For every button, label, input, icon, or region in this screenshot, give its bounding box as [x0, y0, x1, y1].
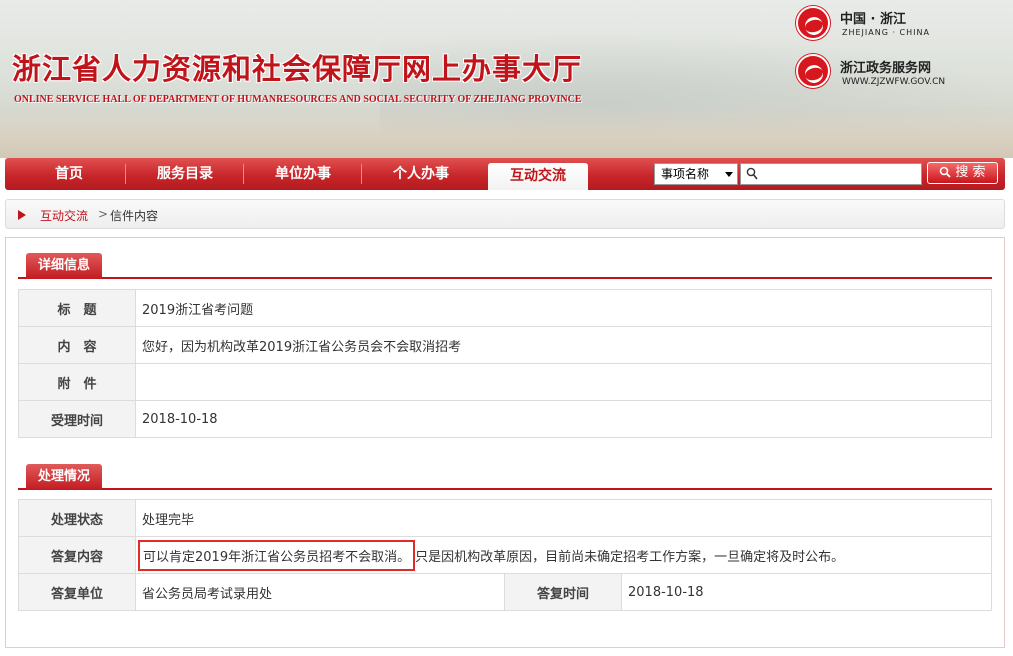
- processing-section-title: 处理情况: [26, 464, 103, 490]
- detail-label-attachment: 附 件: [18, 363, 136, 401]
- breadcrumb-separator: >: [98, 207, 109, 221]
- logo1-text: 中国 · 浙江: [840, 12, 906, 27]
- detail-label-content: 内 容: [18, 326, 136, 364]
- nav-divider: [243, 164, 244, 184]
- processing-label-unit: 答复单位: [18, 573, 136, 611]
- processing-value-unit: 省公务员局考试录用处: [135, 573, 505, 611]
- chevron-down-icon: [725, 172, 733, 177]
- nav-interaction[interactable]: 互动交流: [488, 163, 588, 190]
- nav-divider: [125, 164, 126, 184]
- detail-label-title: 标 题: [18, 289, 136, 327]
- detail-value-attachment: [135, 363, 992, 401]
- nav-divider: [361, 164, 362, 184]
- table-row: 答复内容 可以肯定2019年浙江省公务员招考不会取消。 只是因机构改革原因，目前尚…: [18, 536, 992, 574]
- detail-label-accept-time: 受理时间: [18, 400, 136, 438]
- detail-section-header: 详细信息: [18, 251, 992, 279]
- search-button[interactable]: 搜 索: [927, 162, 998, 184]
- zhejiang-emblem-icon: [796, 6, 830, 40]
- letter-content-panel: 详细信息 标 题 2019浙江省考问题 内 容 您好，因为机构改革2019浙江省…: [5, 237, 1005, 648]
- processing-label-reply-time: 答复时间: [504, 573, 622, 611]
- logo2-subtext: WWW.ZJZWFW.GOV.CN: [842, 77, 946, 87]
- processing-table: 处理状态 处理完毕 答复内容 可以肯定2019年浙江省公务员招考不会取消。 只是因…: [18, 499, 992, 611]
- processing-value-status: 处理完毕: [135, 499, 992, 537]
- search-input[interactable]: [740, 163, 922, 185]
- reply-rest-text: 只是因机构改革原因，目前尚未确定招考工作方案，一旦确定将及时公布。: [415, 549, 845, 565]
- header-background-beach: [0, 105, 1013, 158]
- detail-value-accept-time: 2018-10-18: [135, 400, 992, 438]
- table-row: 内 容 您好，因为机构改革2019浙江省公务员会不会取消招考: [18, 326, 992, 364]
- site-title: 浙江省人力资源和社会保障厅网上办事大厅: [12, 52, 583, 86]
- nav-home[interactable]: 首页: [13, 158, 125, 190]
- search-icon: [940, 166, 952, 178]
- logo1-subtext: ZHEJIANG · CHINA: [842, 28, 930, 37]
- breadcrumb-link-interaction[interactable]: 互动交流: [40, 207, 88, 224]
- table-row: 受理时间 2018-10-18: [18, 400, 992, 438]
- breadcrumb-arrow-icon: [18, 210, 26, 220]
- processing-label-status: 处理状态: [18, 499, 136, 537]
- table-row: 答复单位 省公务员局考试录用处 答复时间 2018-10-18: [18, 573, 992, 611]
- table-row: 处理状态 处理完毕: [18, 499, 992, 537]
- breadcrumb: 互动交流 > 信件内容: [5, 199, 1005, 229]
- search-type-select[interactable]: 事项名称: [654, 163, 738, 185]
- breadcrumb-current: 信件内容: [110, 209, 159, 223]
- nav-unit-affairs[interactable]: 单位办事: [245, 158, 361, 190]
- site-subtitle: ONLINE SERVICE HALL OF DEPARTMENT OF HUM…: [14, 94, 582, 105]
- detail-table: 标 题 2019浙江省考问题 内 容 您好，因为机构改革2019浙江省公务员会不…: [18, 289, 992, 438]
- site-header: 浙江省人力资源和社会保障厅网上办事大厅 ONLINE SERVICE HALL …: [0, 0, 1013, 158]
- reply-highlighted-text: 可以肯定2019年浙江省公务员招考不会取消。: [138, 539, 416, 571]
- processing-section-header: 处理情况: [18, 462, 992, 490]
- detail-section-title: 详细信息: [26, 253, 103, 279]
- detail-value-title: 2019浙江省考问题: [135, 289, 992, 327]
- search-icon: [746, 167, 758, 180]
- processing-label-reply: 答复内容: [18, 536, 136, 574]
- nav-personal-affairs[interactable]: 个人办事: [363, 158, 479, 190]
- search-type-value: 事项名称: [661, 167, 710, 181]
- logo2-text: 浙江政务服务网: [840, 61, 932, 76]
- table-row: 附 件: [18, 363, 992, 401]
- processing-value-reply: 可以肯定2019年浙江省公务员招考不会取消。 只是因机构改革原因，目前尚未确定招考…: [135, 536, 992, 574]
- zjzwfw-emblem-icon: [796, 54, 830, 88]
- table-row: 标 题 2019浙江省考问题: [18, 289, 992, 327]
- search-button-label: 搜 索: [955, 165, 986, 180]
- detail-value-content: 您好，因为机构改革2019浙江省公务员会不会取消招考: [135, 326, 992, 364]
- nav-service-catalog[interactable]: 服务目录: [127, 158, 243, 190]
- processing-value-reply-time: 2018-10-18: [621, 573, 992, 611]
